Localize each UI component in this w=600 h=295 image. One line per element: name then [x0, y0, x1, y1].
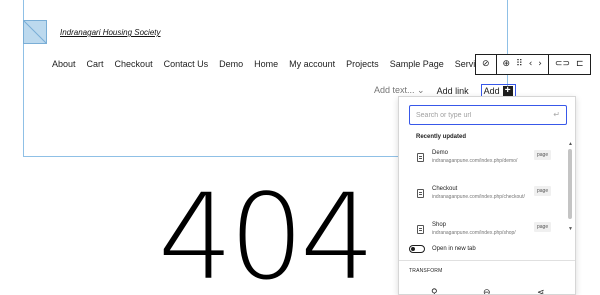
move-right-icon[interactable]: › — [535, 55, 545, 74]
block-type-icon[interactable]: ⊕ — [500, 55, 514, 74]
open-in-new-tab-label: Open in new tab — [432, 246, 476, 252]
transform-heading: TRANSFORM — [409, 268, 443, 274]
block-toolbar: ⊘ ⊕ ⠿ ‹ › ⊂⊃ ⊏ — [475, 54, 591, 75]
search-result-item[interactable]: Shop indranaganpune.com/index.php/shop/ … — [409, 221, 559, 237]
open-in-new-tab-toggle[interactable] — [409, 245, 425, 253]
add-text-button[interactable]: Add text... ⌄ — [374, 85, 425, 96]
page-icon — [417, 225, 424, 234]
add-label: Add — [483, 85, 500, 96]
nav-item-demo[interactable]: Demo — [219, 58, 243, 70]
navigation-menu: About Cart Checkout Contact Us Demo Home… — [52, 58, 500, 70]
link-search-input[interactable] — [416, 109, 546, 122]
nav-item-checkout[interactable]: Checkout — [115, 58, 153, 70]
page-icon — [417, 189, 424, 198]
add-text-label: Add text... — [374, 85, 415, 95]
scroll-down-icon[interactable]: ▼ — [568, 226, 573, 232]
nav-item-home[interactable]: Home — [254, 58, 278, 70]
result-type-badge: page — [534, 150, 552, 160]
open-in-new-tab-row: Open in new tab — [409, 245, 476, 253]
search-result-item[interactable]: Checkout indranaganpune.com/index.php/ch… — [409, 185, 559, 219]
submenu-icon[interactable]: ⊏ — [573, 55, 587, 74]
site-title[interactable]: Indranagari Housing Society — [60, 28, 161, 37]
plus-icon: + — [502, 85, 513, 96]
nav-item-cart[interactable]: Cart — [87, 58, 104, 70]
result-title: Checkout — [432, 186, 458, 192]
search-result-item[interactable]: Demo indranaganpune.com/index.php/demo/ … — [409, 149, 559, 183]
page-icon — [417, 153, 424, 162]
drag-handle-icon[interactable]: ⠿ — [513, 55, 526, 74]
404-heading: 404 — [158, 168, 375, 295]
search-transform-icon[interactable]: ⚲ — [431, 287, 438, 294]
divider — [399, 260, 575, 261]
nav-item-sample-page[interactable]: Sample Page — [390, 58, 444, 70]
editor-canvas: Indranagari Housing Society About Cart C… — [0, 0, 600, 295]
result-type-badge: page — [534, 186, 552, 196]
social-transform-icon[interactable]: ⊖ — [483, 287, 491, 294]
scroll-up-icon[interactable]: ▲ — [568, 141, 573, 147]
result-url: indranaganpune.com/index.php/demo/ — [432, 158, 518, 164]
link-search-box: ↵ — [409, 105, 567, 125]
result-url: indranaganpune.com/index.php/checkout/ — [432, 194, 525, 200]
site-logo-placeholder[interactable] — [23, 20, 47, 44]
link-icon[interactable]: ⊂⊃ — [552, 55, 573, 74]
add-link-button[interactable]: Add link — [437, 86, 469, 96]
nav-item-about[interactable]: About — [52, 58, 76, 70]
nav-item-my-account[interactable]: My account — [289, 58, 335, 70]
share-transform-icon[interactable]: ⋖ — [537, 287, 545, 294]
recently-updated-heading: Recently updated — [416, 134, 467, 140]
result-type-badge: page — [534, 222, 552, 232]
nav-item-projects[interactable]: Projects — [346, 58, 379, 70]
toolbar-group-move: ⊕ ⠿ ‹ › — [497, 55, 549, 74]
toolbar-group-status: ⊘ — [476, 55, 497, 74]
toolbar-group-link: ⊂⊃ ⊏ — [549, 55, 590, 74]
move-left-icon[interactable]: ‹ — [526, 55, 536, 74]
link-status-icon[interactable]: ⊘ — [479, 55, 493, 74]
nav-item-contact-us[interactable]: Contact Us — [164, 58, 209, 70]
chevron-down-icon: ⌄ — [417, 85, 425, 95]
scrollbar-thumb[interactable] — [568, 149, 572, 219]
logo-placeholder-icon — [24, 21, 46, 43]
result-url: indranaganpune.com/index.php/shop/ — [432, 230, 516, 236]
result-title: Shop — [432, 222, 447, 228]
enter-icon[interactable]: ↵ — [553, 110, 560, 119]
result-title: Demo — [432, 150, 449, 156]
results-scrollbar[interactable]: ▲ ▼ — [567, 141, 573, 236]
link-control-popover: ↵ Recently updated Demo indranaganpune.c… — [398, 96, 576, 295]
